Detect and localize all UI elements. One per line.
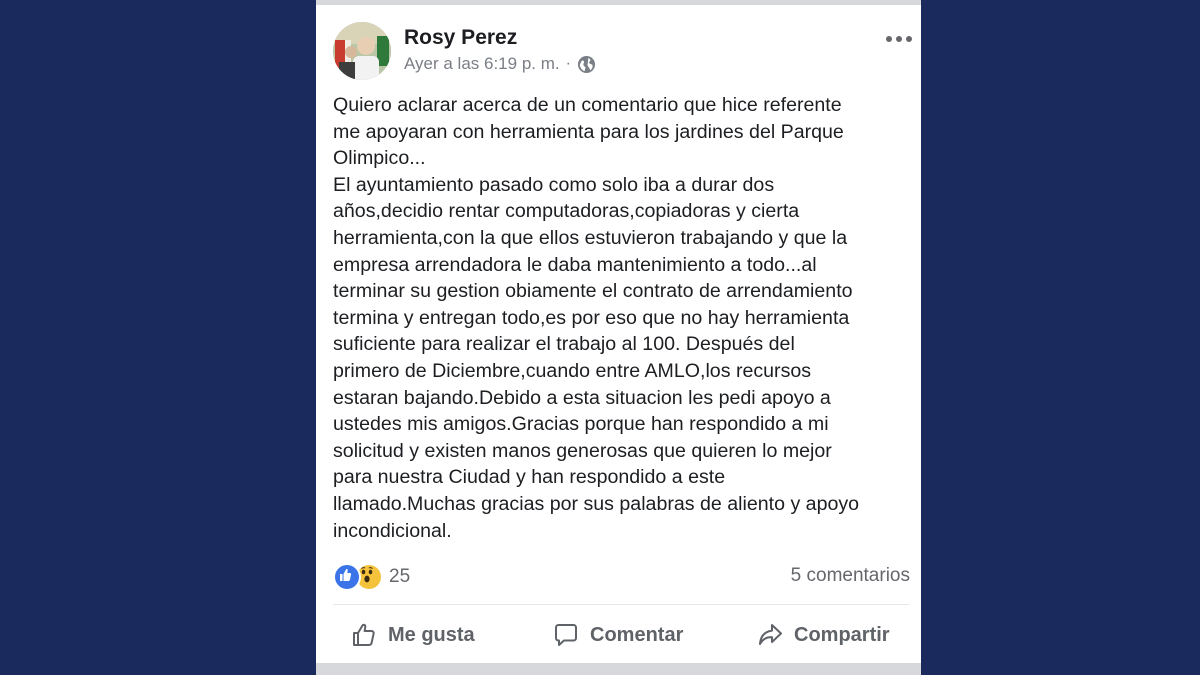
post-timestamp[interactable]: Ayer a las 6:19 p. m. bbox=[404, 54, 560, 74]
more-options-icon[interactable] bbox=[886, 30, 912, 48]
post-body-text: Quiero aclarar acerca de un comentario q… bbox=[333, 94, 860, 542]
comment-button[interactable]: Comentar bbox=[552, 607, 683, 663]
reaction-count: 25 bbox=[389, 566, 411, 587]
card-top-divider bbox=[316, 0, 921, 5]
avatar[interactable] bbox=[333, 22, 391, 80]
author-name[interactable]: Rosy Perez bbox=[404, 26, 517, 50]
speech-bubble-icon bbox=[555, 624, 577, 646]
share-button-label: Compartir bbox=[794, 623, 890, 646]
dot-icon bbox=[896, 36, 902, 42]
share-arrow-icon bbox=[759, 624, 782, 645]
like-button[interactable]: Me gusta bbox=[350, 607, 475, 663]
comment-button-label: Comentar bbox=[590, 623, 684, 646]
meta-separator: · bbox=[565, 55, 571, 72]
comments-count-link[interactable]: 5 comentarios bbox=[791, 565, 910, 587]
avatar-image bbox=[333, 22, 391, 80]
facebook-post-card: Rosy Perez Ayer a las 6:19 p. m. · Quier… bbox=[316, 0, 921, 675]
dot-icon bbox=[906, 36, 912, 42]
post-actions-bar: Me gusta Comentar Compartir bbox=[316, 607, 921, 663]
globe-icon bbox=[577, 55, 596, 74]
like-icon bbox=[333, 563, 361, 591]
card-bottom-divider bbox=[316, 663, 921, 675]
share-button[interactable]: Compartir bbox=[756, 607, 890, 663]
thumbs-up-icon bbox=[353, 623, 375, 646]
actions-divider bbox=[333, 604, 909, 605]
reactions-summary[interactable]: 25 bbox=[333, 563, 410, 591]
like-button-label: Me gusta bbox=[388, 623, 475, 646]
post-meta: Ayer a las 6:19 p. m. · bbox=[404, 54, 596, 74]
dot-icon bbox=[886, 36, 892, 42]
